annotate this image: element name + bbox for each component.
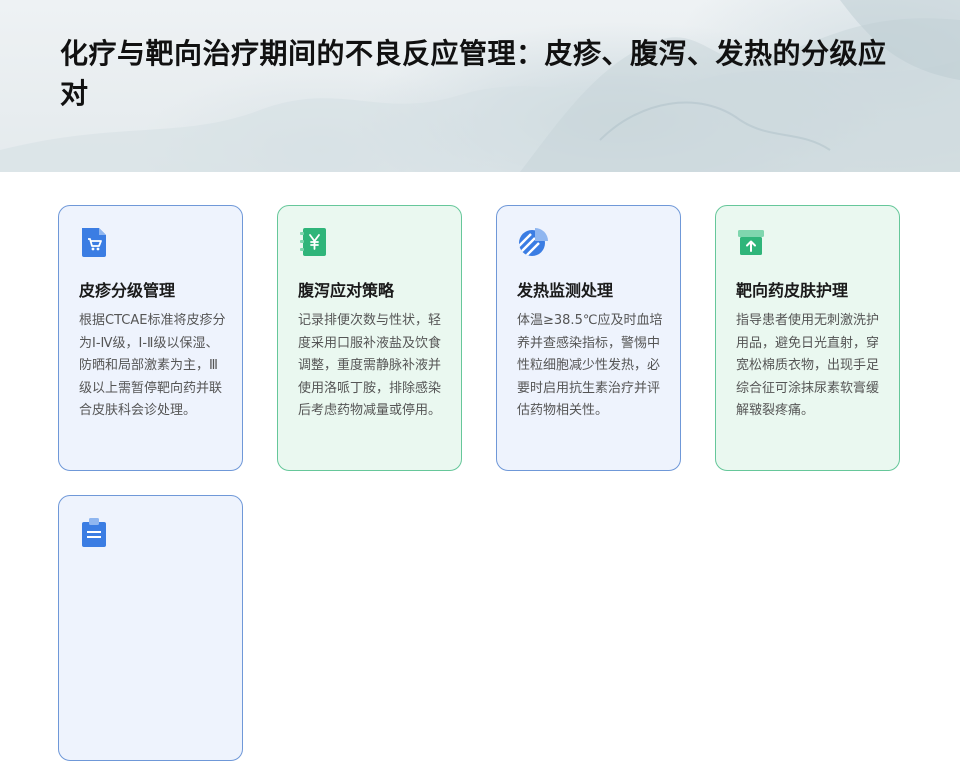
card-partial-fifth <box>58 495 243 761</box>
card-body: 体温≥38.5℃应及时血培养并查感染指标，警惕中性粒细胞减少性发热，必要时启用抗… <box>517 313 663 418</box>
page-title: 化疗与靶向治疗期间的不良反应管理：皮疹、腹泻、发热的分级应对 <box>60 37 887 110</box>
box-upload-icon <box>736 226 766 258</box>
card-fever-monitoring: 发热监测处理 体温≥38.5℃应及时血培养并查感染指标，警惕中性粒细胞减少性发热… <box>496 205 681 471</box>
card-title: 皮疹分级管理 <box>79 281 176 300</box>
card-rash-grading: 皮疹分级管理 根据CTCAE标准将皮疹分为Ⅰ-Ⅳ级，Ⅰ-Ⅱ级以保湿、防晒和局部激… <box>58 205 243 471</box>
card-skin-care: 靶向药皮肤护理 指导患者使用无刺激洗护用品，避免日光直射，穿宽松棉质衣物，出现手… <box>715 205 900 471</box>
yen-bill-icon <box>298 226 328 258</box>
shopping-cart-icon <box>79 226 109 258</box>
clipboard-icon <box>79 516 109 548</box>
card-title: 腹泻应对策略 <box>298 281 395 300</box>
card-body: 指导患者使用无刺激洗护用品，避免日光直射，穿宽松棉质衣物，出现手足综合征可涂抹尿… <box>736 313 880 418</box>
header-banner: 化疗与靶向治疗期间的不良反应管理：皮疹、腹泻、发热的分级应对 <box>0 0 960 172</box>
card-diarrhea-strategy: 腹泻应对策略 记录排便次数与性状，轻度采用口服补液盐及饮食调整，重度需静脉补液并… <box>277 205 462 471</box>
card-title: 发热监测处理 <box>517 281 614 300</box>
card-title: 靶向药皮肤护理 <box>736 281 849 300</box>
pie-chart-icon <box>517 226 548 258</box>
card-body: 记录排便次数与性状，轻度采用口服补液盐及饮食调整，重度需静脉补液并使用洛哌丁胺，… <box>298 313 442 418</box>
card-body: 根据CTCAE标准将皮疹分为Ⅰ-Ⅳ级，Ⅰ-Ⅱ级以保湿、防晒和局部激素为主，Ⅲ级以… <box>79 313 226 418</box>
